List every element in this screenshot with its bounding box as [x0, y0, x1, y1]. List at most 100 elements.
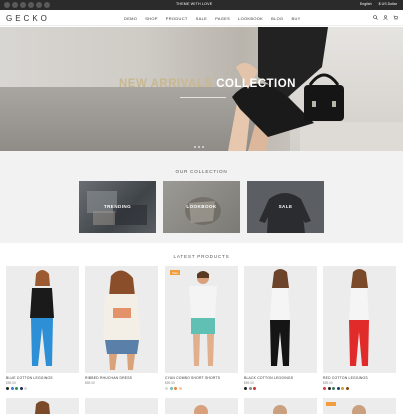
- language-selector[interactable]: English: [360, 2, 372, 6]
- collection-card-trending[interactable]: TRENDING: [79, 181, 156, 233]
- color-swatch[interactable]: [165, 387, 168, 390]
- hero-banner[interactable]: NEW ARRIVALS COLLECTION: [0, 27, 403, 151]
- color-swatches: [323, 387, 396, 390]
- nav-label: SHOP: [145, 16, 158, 21]
- color-swatch[interactable]: [248, 387, 252, 390]
- pinterest-icon[interactable]: [36, 2, 42, 8]
- product-price: $59.00: [323, 381, 333, 385]
- product-price: $59.00: [165, 381, 175, 385]
- products-heading: LATEST PRODUCTS: [173, 254, 230, 259]
- nav-item-sale[interactable]: SALE: [196, 16, 207, 21]
- nav-item-demo[interactable]: DEMO: [124, 16, 137, 21]
- product-photo: [35, 401, 50, 414]
- product-image[interactable]: [85, 266, 158, 373]
- product-card-partial[interactable]: [165, 398, 238, 414]
- color-swatch[interactable]: [341, 387, 344, 390]
- color-swatch[interactable]: [253, 387, 256, 390]
- facebook-icon[interactable]: [4, 2, 10, 8]
- nav-label: PRODUCT: [165, 16, 188, 21]
- product-image[interactable]: [244, 266, 317, 373]
- instagram-icon[interactable]: [28, 2, 34, 8]
- user-icon[interactable]: [383, 15, 388, 20]
- nav-item-blog[interactable]: BLOG: [271, 16, 283, 21]
- product-card-partial[interactable]: [244, 398, 317, 414]
- hero-title-accent: NEW ARRIVALS: [119, 78, 213, 90]
- product-card[interactable]: Sale CYAN COMBO SHORT SHORTS $59.00: [165, 266, 238, 390]
- hero-divider: [180, 97, 226, 98]
- color-swatch[interactable]: [336, 387, 340, 390]
- collection-card-lookbook[interactable]: LOOKBOOK: [163, 181, 240, 233]
- product-card-partial[interactable]: [6, 398, 79, 414]
- slider-dot[interactable]: [202, 146, 204, 148]
- product-name[interactable]: RED COTTON LEGGINGS: [323, 376, 396, 380]
- color-swatch[interactable]: [332, 387, 335, 390]
- product-card-partial[interactable]: [323, 398, 396, 414]
- color-swatch[interactable]: [345, 387, 349, 390]
- color-swatch[interactable]: [6, 387, 9, 390]
- color-swatch[interactable]: [24, 387, 27, 390]
- main-header: GECKO DEMO SHOP PRODUCT SALE PAGES LOOKB…: [0, 10, 403, 26]
- collection-label: TRENDING: [103, 204, 132, 209]
- top-message: THEME WITH LOVE: [176, 2, 213, 6]
- color-swatch[interactable]: [19, 387, 23, 390]
- google-plus-icon[interactable]: [20, 2, 26, 8]
- hero-title: NEW ARRIVALS COLLECTION: [119, 78, 296, 90]
- collection-heading: OUR COLLECTION: [175, 169, 228, 174]
- collection-card-sale[interactable]: SALE: [247, 181, 324, 233]
- color-swatch[interactable]: [244, 387, 247, 390]
- color-swatch[interactable]: [15, 387, 18, 390]
- color-swatches: [6, 387, 79, 390]
- product-name[interactable]: BLUE COTTON LEGGINGS: [6, 376, 79, 380]
- cart-icon[interactable]: [393, 15, 398, 20]
- product-photo: [270, 269, 290, 366]
- product-photo: [349, 269, 369, 366]
- product-card[interactable]: BLACK COTTON LEGGINGS $59.00: [244, 266, 317, 390]
- product-price: $59.00: [244, 381, 254, 385]
- slider-dots: [194, 146, 204, 148]
- product-photo: [30, 270, 54, 366]
- color-swatch[interactable]: [174, 387, 177, 390]
- product-card-partial[interactable]: [85, 398, 158, 414]
- product-image[interactable]: [323, 266, 396, 373]
- search-icon[interactable]: [373, 15, 378, 20]
- hero-title-main: COLLECTION: [212, 78, 296, 90]
- product-photo: [194, 405, 208, 414]
- twitter-icon[interactable]: [12, 2, 18, 8]
- social-links: [4, 2, 50, 8]
- slider-dot[interactable]: [198, 146, 200, 148]
- product-price: $59.00: [85, 381, 95, 385]
- color-swatch[interactable]: [327, 387, 331, 390]
- product-photo: [103, 270, 141, 370]
- youtube-icon[interactable]: [44, 2, 50, 8]
- product-photo: [273, 405, 287, 414]
- nav-label: LOOKBOOK: [238, 16, 264, 21]
- product-name[interactable]: RIBBED RHUCHAN DRESS: [85, 376, 158, 380]
- product-card[interactable]: RIBBED RHUCHAN DRESS $59.00: [85, 266, 158, 385]
- site-logo[interactable]: GECKO: [6, 14, 50, 23]
- product-name[interactable]: BLACK COTTON LEGGINGS: [244, 376, 317, 380]
- color-swatch[interactable]: [10, 387, 14, 390]
- color-swatch[interactable]: [323, 387, 326, 390]
- nav-item-product[interactable]: PRODUCT: [166, 16, 188, 21]
- product-photo: [326, 402, 366, 414]
- product-image[interactable]: [6, 266, 79, 373]
- product-name[interactable]: CYAN COMBO SHORT SHORTS: [165, 376, 238, 380]
- product-card[interactable]: BLUE COTTON LEGGINGS $59.00: [6, 266, 79, 390]
- slider-dot[interactable]: [194, 146, 196, 148]
- product-photo: [189, 271, 217, 366]
- collection-label: SALE: [278, 204, 293, 209]
- sale-badge: Sale: [170, 270, 181, 275]
- color-swatch[interactable]: [178, 387, 182, 390]
- nav-item-shop[interactable]: SHOP: [145, 16, 158, 21]
- nav-item-pages[interactable]: PAGES: [215, 16, 230, 21]
- color-swatch[interactable]: [169, 387, 173, 390]
- color-swatches: [165, 387, 238, 390]
- nav-item-lookbook[interactable]: LOOKBOOK: [238, 16, 263, 21]
- currency-selector[interactable]: $ US Dollar: [379, 2, 397, 6]
- nav-label: BUY: [291, 16, 301, 21]
- product-card[interactable]: RED COTTON LEGGINGS $59.00: [323, 266, 396, 390]
- nav-label: SALE: [195, 16, 208, 21]
- product-price: $59.00: [6, 381, 16, 385]
- product-image[interactable]: Sale: [165, 266, 238, 373]
- nav-item-buy[interactable]: BUY: [291, 16, 300, 21]
